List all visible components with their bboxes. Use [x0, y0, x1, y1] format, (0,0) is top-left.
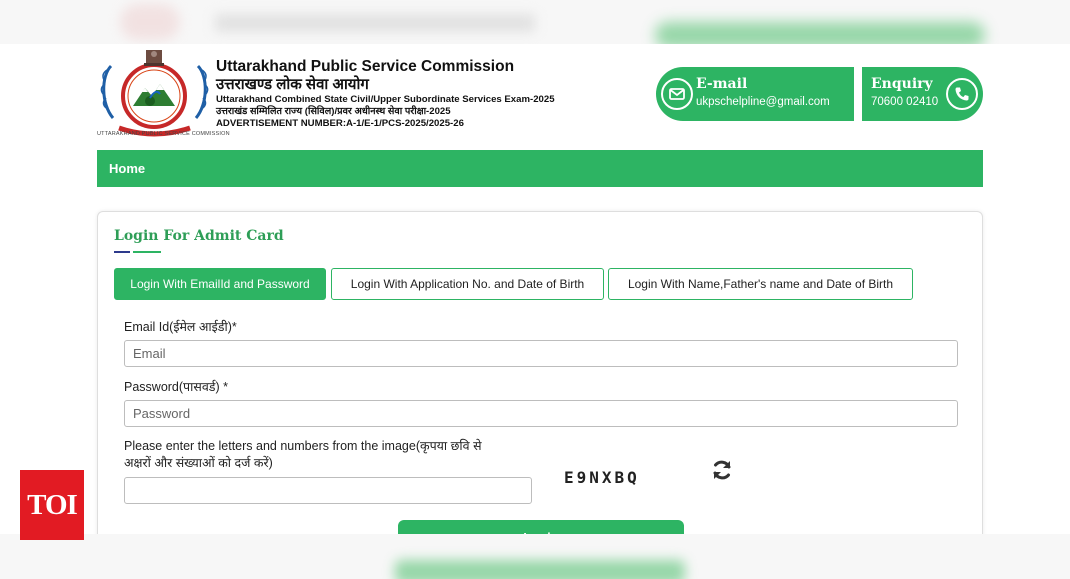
login-card-title: Login For Admit Card: [114, 228, 284, 244]
email-contact-box[interactable]: E-mail ukpschelpline@gmail.com: [656, 67, 854, 121]
site-title-english: Uttarakhand Public Service Commission: [216, 58, 515, 75]
password-field-label: Password(पासवर्ड) *: [124, 380, 228, 394]
tab-login-application-dob[interactable]: Login With Application No. and Date of B…: [331, 268, 604, 300]
blurred-footer-reflection: [0, 534, 1070, 579]
phone-icon: [946, 78, 978, 110]
captcha-label-line1: Please enter the letters and numbers fro…: [124, 439, 482, 453]
toi-watermark-logo: TOI: [20, 470, 84, 540]
refresh-icon[interactable]: [710, 458, 734, 482]
site-title-hindi: उत्तराखण्ड लोक सेवा आयोग: [216, 76, 369, 93]
exam-name-english: Uttarakhand Combined State Civil/Upper S…: [216, 94, 555, 105]
tab-login-name-father-dob[interactable]: Login With Name,Father's name and Date o…: [608, 268, 913, 300]
blurred-contact: [655, 22, 985, 44]
email-value: ukpschelpline@gmail.com: [696, 96, 830, 108]
title-underline-blue: [114, 251, 130, 253]
blurred-header-reflection: [0, 0, 1070, 44]
password-input[interactable]: [124, 400, 958, 427]
envelope-icon: [661, 78, 693, 110]
email-input[interactable]: [124, 340, 958, 367]
tab-login-email-password[interactable]: Login With EmailId and Password: [114, 268, 326, 300]
advertisement-number: ADVERTISEMENT NUMBER:A-1/E-1/PCS-2025/20…: [216, 118, 464, 129]
captcha-label-line2: अक्षरों और संख्याओं को दर्ज करें): [124, 456, 273, 470]
captcha-image-text: E9NXBQ: [564, 468, 640, 487]
enquiry-label: Enquiry: [871, 76, 933, 92]
title-underline-green: [133, 251, 161, 253]
exam-name-hindi: उत्तराखंड सम्मिलित राज्य (सिविल)/प्रवर अ…: [216, 106, 451, 117]
email-label: E-mail: [696, 76, 748, 92]
blurred-login-button: [395, 560, 685, 579]
enquiry-contact-box[interactable]: Enquiry 70600 02410: [862, 67, 983, 121]
header-titles: Uttarakhand Public Service Commission उत…: [216, 58, 555, 130]
email-field-label: Email Id(ईमेल आईडी)*: [124, 320, 237, 334]
nav-home-link[interactable]: Home: [109, 161, 145, 176]
blurred-title: [215, 14, 535, 32]
captcha-input[interactable]: [124, 477, 532, 504]
login-submit-button[interactable]: Login: [398, 520, 684, 534]
page: UTTARAKHAND PUBLIC SERVICE COMMISSION Ut…: [0, 44, 1070, 534]
login-card: Login For Admit Card Login With EmailId …: [97, 211, 983, 534]
main-navbar: Home: [97, 150, 983, 187]
ukpsc-emblem-logo: [100, 50, 209, 137]
site-header: UTTARAKHAND PUBLIC SERVICE COMMISSION Ut…: [97, 44, 983, 144]
enquiry-phone: 70600 02410: [871, 96, 939, 108]
blurred-logo: [120, 4, 180, 40]
logo-caption: UTTARAKHAND PUBLIC SERVICE COMMISSION: [97, 131, 230, 137]
